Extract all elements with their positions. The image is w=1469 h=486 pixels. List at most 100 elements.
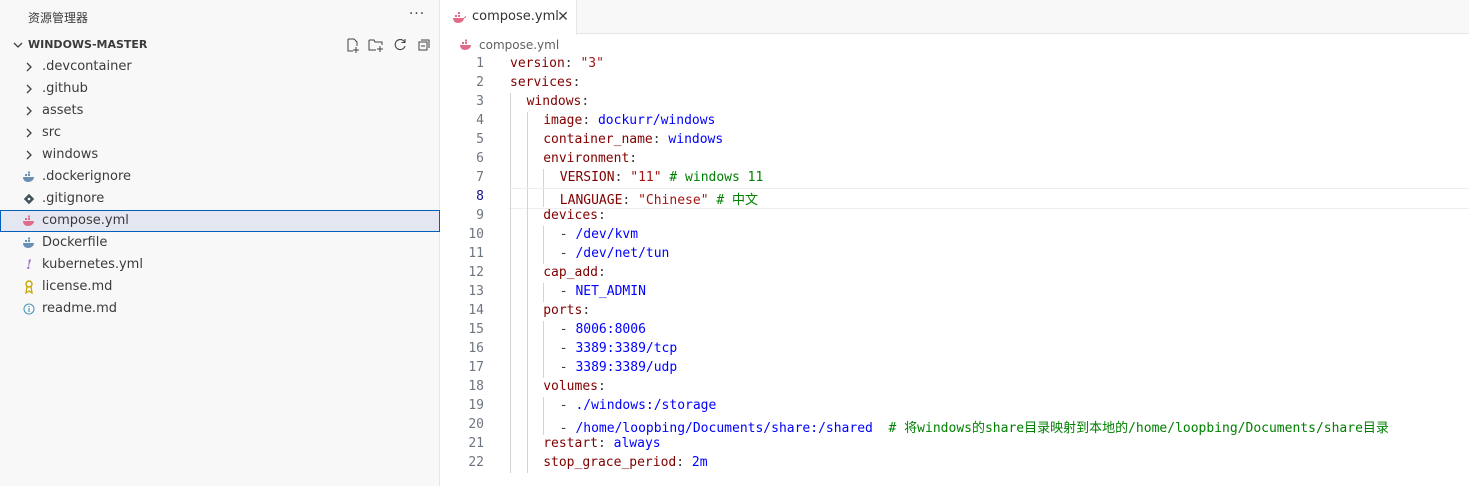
code-line[interactable]: 22 stop_grace_period: 2m — [441, 454, 1469, 473]
docker-icon — [22, 170, 36, 184]
code-token: : — [622, 193, 639, 208]
tree-file[interactable]: license.md — [0, 276, 440, 298]
tree-file[interactable]: readme.md — [0, 298, 440, 320]
code-token: windows — [526, 94, 582, 109]
tree-item-label: windows — [42, 147, 99, 162]
code-text: services: — [510, 75, 580, 90]
refresh-button[interactable] — [391, 36, 409, 54]
workspace-folder-header[interactable]: WINDOWS-MASTER — [0, 34, 440, 56]
code-line[interactable]: 15 - 8006:8006 — [441, 321, 1469, 340]
code-line[interactable]: 5 container_name: windows — [441, 131, 1469, 150]
tab-label: compose.yml — [472, 9, 559, 24]
code-line[interactable]: 7 VERSION: "11" # windows 11 — [441, 169, 1469, 188]
yaml-icon: ! — [26, 257, 32, 273]
line-number: 15 — [468, 322, 484, 337]
code-editor[interactable]: 1 version: "3" 2 services: 3 windows: 4 image: … — [441, 55, 1469, 473]
chevron-right-icon — [22, 82, 36, 96]
chevron-down-icon — [13, 42, 23, 48]
code-token: # 将windows的share目录映射到本地的/home/loopbing/D… — [888, 421, 1389, 436]
code-token: dockurr/windows — [597, 113, 716, 128]
indent-guide — [510, 283, 511, 302]
code-line[interactable]: 13 - NET_ADMIN — [441, 283, 1469, 302]
code-line[interactable]: 20 - /home/loopbing/Documents/share:/shar… — [441, 416, 1469, 436]
indent-guide — [510, 397, 511, 416]
line-number: 2 — [476, 75, 484, 90]
indent-guide — [510, 169, 511, 188]
tree-file[interactable]: .gitignore — [0, 188, 440, 210]
code-text: - /dev/net/tun — [560, 246, 670, 261]
code-text: cap_add: — [543, 265, 606, 280]
tree-file[interactable]: compose.yml — [0, 210, 440, 232]
code-line[interactable]: 1 version: "3" — [441, 55, 1469, 74]
code-line[interactable]: 10 - /dev/kvm — [441, 226, 1469, 245]
code-line[interactable]: 17 - 3389:3389/udp — [441, 359, 1469, 378]
tree-folder[interactable]: .github — [0, 78, 440, 100]
line-number: 20 — [468, 417, 484, 432]
line-number: 1 — [476, 56, 484, 71]
tree-item-label: license.md — [42, 279, 113, 294]
new-file-icon — [347, 38, 359, 53]
code-line[interactable]: 11 - /dev/net/tun — [441, 245, 1469, 264]
close-icon[interactable]: ✕ — [555, 9, 571, 25]
code-line[interactable]: 6 environment: — [441, 150, 1469, 169]
code-line[interactable]: 8 LANGUAGE: "Chinese" # 中文 — [441, 188, 1469, 209]
code-token: /home/loopbing/Documents/share:/shared — [575, 421, 873, 436]
code-token: "11" — [630, 170, 662, 185]
code-text: image: dockurr/windows — [543, 113, 715, 128]
code-text: windows: — [527, 94, 590, 109]
indent-guide — [543, 169, 545, 188]
code-text: - 3389:3389/tcp — [560, 341, 677, 356]
indent-guide — [526, 454, 528, 473]
info-icon — [22, 302, 36, 316]
code-text: - /home/loopbing/Documents/share:/shared… — [560, 417, 1389, 436]
line-number: 11 — [468, 246, 484, 261]
code-token: "3" — [580, 56, 604, 71]
code-line[interactable]: 16 - 3389:3389/tcp — [441, 340, 1469, 359]
code-text: environment: — [543, 151, 637, 166]
breadcrumb-file[interactable]: compose.yml — [479, 38, 559, 52]
code-line[interactable]: 14 ports: — [441, 302, 1469, 321]
tree-folder[interactable]: windows — [0, 144, 440, 166]
collapse-all-button[interactable] — [415, 36, 433, 54]
indent-guide — [526, 321, 528, 340]
tree-folder[interactable]: .devcontainer — [0, 56, 440, 78]
tree-item-label: kubernetes.yml — [42, 257, 143, 272]
indent-guide — [543, 226, 545, 245]
code-line[interactable]: 19 - ./windows:/storage — [441, 397, 1469, 416]
tree-file[interactable]: .dockerignore — [0, 166, 440, 188]
code-line[interactable]: 12 cap_add: — [441, 264, 1469, 283]
tree-item-label: Dockerfile — [42, 235, 108, 250]
more-actions-button[interactable]: ··· — [406, 4, 428, 26]
workspace-folder-name: WINDOWS-MASTER — [28, 38, 148, 51]
new-folder-button[interactable] — [367, 36, 385, 54]
code-token: stop_grace_period — [543, 455, 677, 470]
breadcrumb: compose.yml — [441, 35, 1469, 55]
docker-compose-icon — [453, 12, 466, 23]
code-token: container_name — [543, 132, 653, 147]
code-line[interactable]: 21 restart: always — [441, 435, 1469, 454]
code-token: - — [559, 284, 576, 299]
indent-guide — [526, 359, 528, 378]
code-text: ports: — [543, 303, 590, 318]
tab-compose-yml[interactable]: compose.yml ✕ — [441, 0, 577, 35]
code-line[interactable]: 4 image: dockurr/windows — [441, 112, 1469, 131]
indent-guide — [510, 302, 511, 321]
chevron-right-icon — [22, 104, 36, 118]
tree-folder[interactable]: src — [0, 122, 440, 144]
indent-guide — [526, 150, 528, 169]
tree-folder[interactable]: assets — [0, 100, 440, 122]
indent-guide — [526, 207, 528, 226]
code-line[interactable]: 9 devices: — [441, 207, 1469, 226]
code-line[interactable]: 3 windows: — [441, 93, 1469, 112]
code-line[interactable]: 2 services: — [441, 74, 1469, 93]
new-file-button[interactable] — [344, 36, 362, 54]
tree-file[interactable]: Dockerfile — [0, 232, 440, 254]
code-line[interactable]: 18 volumes: — [441, 378, 1469, 397]
code-token: : — [581, 94, 590, 109]
indent-guide — [543, 359, 545, 378]
indent-guide — [510, 207, 511, 226]
tree-file[interactable]: ! kubernetes.yml — [0, 254, 440, 276]
tree-item-label: .github — [42, 81, 88, 96]
indent-guide — [526, 397, 528, 416]
